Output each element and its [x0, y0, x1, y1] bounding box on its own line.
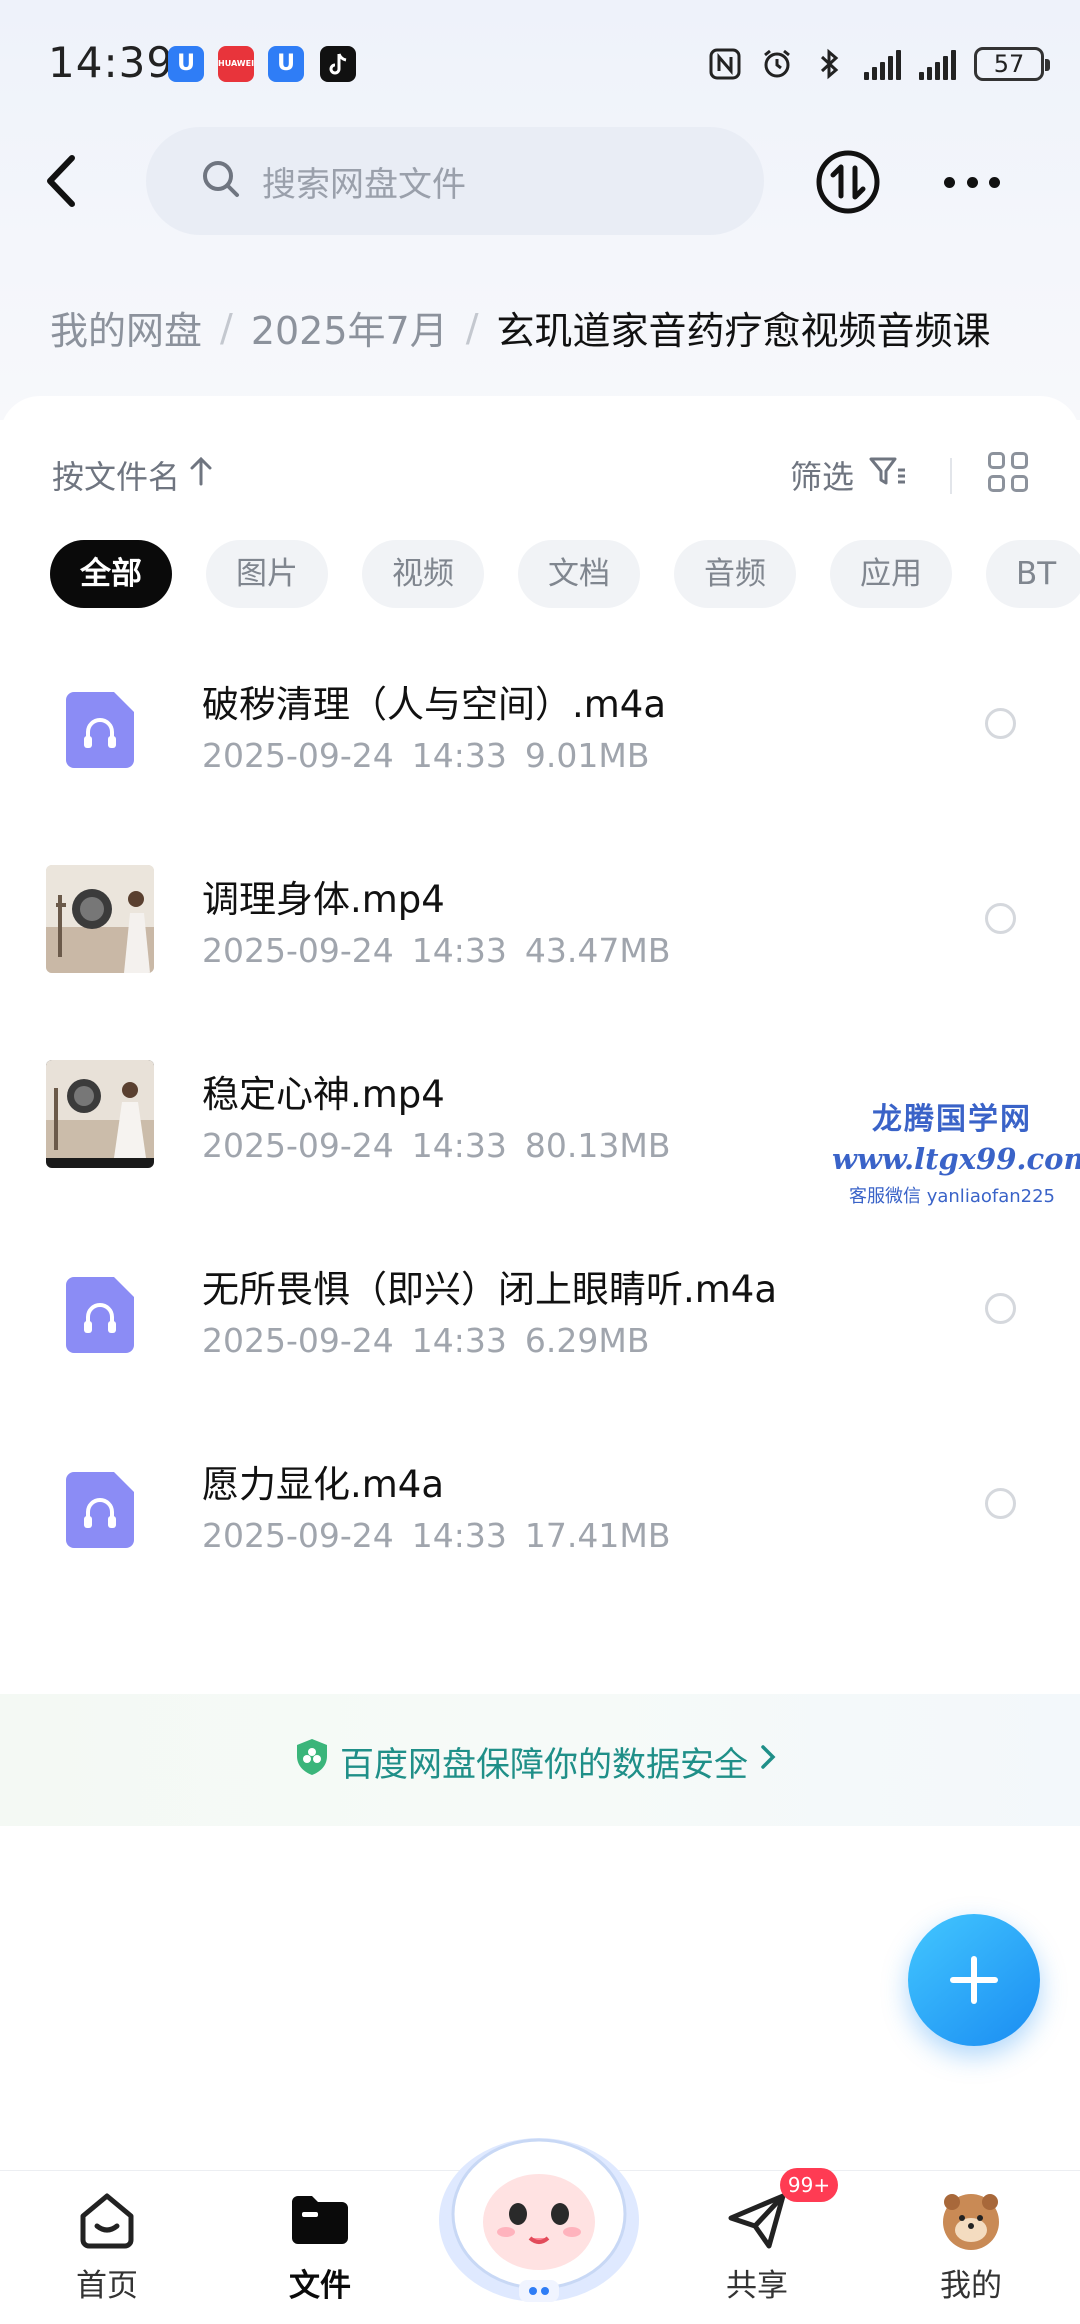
- file-row[interactable]: 破秽清理（人与空间）.m4a 2025-09-24 14:33 9.01MB: [0, 648, 1080, 838]
- bluetooth-icon: [812, 47, 846, 81]
- signal-strength-1-icon: [864, 48, 901, 80]
- back-button[interactable]: [36, 146, 92, 216]
- tab-videos[interactable]: 视频: [362, 540, 484, 608]
- filter-button[interactable]: 筛选: [790, 452, 908, 498]
- file-name: 愿力显化.m4a: [202, 1463, 445, 1506]
- app-badge-tiktok-icon: [320, 46, 356, 82]
- grid-view-icon[interactable]: [988, 452, 1028, 492]
- filter-icon: [868, 454, 908, 496]
- nav-mine-label: 我的: [940, 2268, 1002, 2304]
- audio-file-icon: [66, 1472, 134, 1548]
- arrow-up-icon: [188, 454, 214, 496]
- audio-file-icon: [66, 692, 134, 768]
- security-text: 百度网盘保障你的数据安全: [340, 1745, 748, 1785]
- file-select-checkbox[interactable]: [985, 1293, 1016, 1324]
- tab-documents[interactable]: 文档: [518, 540, 640, 608]
- shield-icon: [294, 1737, 330, 1786]
- toolbar-divider: [950, 458, 952, 494]
- category-tabs: 全部 图片 视频 文档 音频 应用 BT: [50, 540, 1080, 608]
- breadcrumb: 我的网盘 / 2025年7月 / 玄玑道家音药疗愈视频音频课: [50, 300, 991, 355]
- file-meta: 2025-09-24 14:33 80.13MB: [202, 1126, 671, 1165]
- sort-by-name-button[interactable]: 按文件名: [52, 452, 214, 498]
- nav-home[interactable]: 首页: [32, 2188, 182, 2318]
- paper-plane-icon: [725, 2188, 789, 2252]
- app-badge-u-icon: U: [168, 46, 204, 82]
- status-indicators: 57: [708, 44, 1050, 84]
- breadcrumb-parent[interactable]: 2025年7月: [251, 300, 448, 355]
- sort-label: 按文件名: [52, 458, 181, 496]
- watermark-wechat: 客服微信 yanliaofan225: [849, 1186, 1055, 1207]
- chevron-right-icon: [758, 1741, 778, 1782]
- transfer-list-button[interactable]: [815, 149, 881, 215]
- nfc-icon: [708, 47, 742, 81]
- watermark-title: 龙腾国学网: [872, 1102, 1032, 1137]
- avatar: [939, 2188, 1003, 2252]
- search-input[interactable]: 搜索网盘文件: [146, 127, 764, 235]
- file-name: 无所畏惧（即兴）闭上眼睛听.m4a: [202, 1268, 778, 1311]
- file-name: 破秽清理（人与空间）.m4a: [202, 683, 667, 726]
- add-upload-button[interactable]: [908, 1914, 1040, 2046]
- search-placeholder: 搜索网盘文件: [262, 164, 466, 205]
- nav-files-label: 文件: [289, 2268, 351, 2304]
- mascot-assistant-button[interactable]: [434, 2110, 644, 2310]
- signal-strength-2-icon: [919, 48, 956, 80]
- tab-images[interactable]: 图片: [206, 540, 328, 608]
- watermark-url: www.ltgx99.com: [832, 1142, 1080, 1176]
- home-icon: [75, 2188, 139, 2252]
- status-time: 14:39: [48, 38, 175, 87]
- status-bar: 14:39 U HUAWEI U 57: [0, 0, 1080, 120]
- nav-mine[interactable]: 我的: [896, 2188, 1046, 2318]
- file-name: 稳定心神.mp4: [202, 1073, 445, 1116]
- file-select-checkbox[interactable]: [985, 903, 1016, 934]
- share-notification-badge: 99+: [780, 2168, 838, 2202]
- tab-bt[interactable]: BT: [986, 540, 1080, 608]
- file-meta: 2025-09-24 14:33 9.01MB: [202, 736, 650, 775]
- file-name: 调理身体.mp4: [202, 878, 445, 921]
- folder-icon: [288, 2188, 352, 2252]
- video-thumbnail: [46, 865, 154, 973]
- file-row[interactable]: 无所畏惧（即兴）闭上眼睛听.m4a 2025-09-24 14:33 6.29MB: [0, 1233, 1080, 1423]
- tab-all[interactable]: 全部: [50, 540, 172, 608]
- nav-home-label: 首页: [76, 2268, 138, 2304]
- app-badge-huawei-icon: HUAWEI: [218, 46, 254, 82]
- nav-files[interactable]: 文件: [245, 2188, 395, 2318]
- file-row[interactable]: 调理身体.mp4 2025-09-24 14:33 43.47MB: [0, 843, 1080, 1033]
- file-meta: 2025-09-24 14:33 17.41MB: [202, 1516, 671, 1555]
- more-dot: [966, 176, 978, 188]
- search-icon: [200, 158, 242, 204]
- more-dot: [944, 176, 955, 188]
- transfer-icon: [816, 150, 880, 214]
- breadcrumb-separator: /: [220, 305, 233, 350]
- audio-file-icon: [66, 1277, 134, 1353]
- nav-share[interactable]: 共享: [682, 2188, 832, 2318]
- tab-apps[interactable]: 应用: [830, 540, 952, 608]
- watermark: 龙腾国学网 www.ltgx99.com 客服微信 yanliaofan225: [832, 1094, 1080, 1208]
- video-thumbnail: [46, 1060, 154, 1168]
- nav-share-label: 共享: [726, 2268, 788, 2304]
- breadcrumb-current: 玄玑道家音药疗愈视频音频课: [496, 309, 991, 353]
- more-dot: [989, 176, 1000, 188]
- app-badge-u2-icon: U: [268, 46, 304, 82]
- security-banner-link[interactable]: 百度网盘保障你的数据安全: [294, 1737, 778, 1786]
- breadcrumb-separator: /: [465, 305, 479, 350]
- filter-label: 筛选: [790, 458, 855, 496]
- breadcrumb-root[interactable]: 我的网盘: [50, 300, 202, 355]
- file-select-checkbox[interactable]: [985, 1488, 1016, 1519]
- file-select-checkbox[interactable]: [985, 708, 1016, 739]
- file-meta: 2025-09-24 14:33 6.29MB: [202, 1321, 650, 1360]
- more-options-button[interactable]: [944, 170, 1000, 194]
- file-row[interactable]: 愿力显化.m4a 2025-09-24 14:33 17.41MB: [0, 1428, 1080, 1618]
- battery-indicator: 57: [974, 47, 1050, 81]
- file-meta: 2025-09-24 14:33 43.47MB: [202, 931, 671, 970]
- tab-audio[interactable]: 音频: [674, 540, 796, 608]
- alarm-icon: [760, 47, 794, 81]
